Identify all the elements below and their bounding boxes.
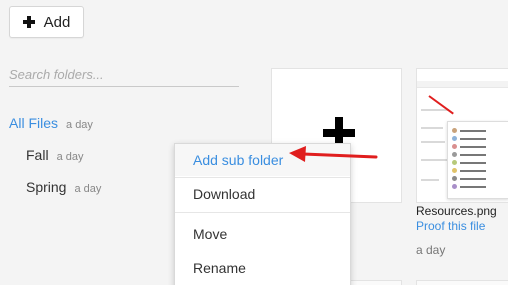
thumbnail-image (417, 69, 508, 202)
folder-all-files[interactable]: All Files a day (9, 115, 93, 131)
file-thumbnail[interactable] (416, 280, 508, 285)
menu-item-rename[interactable]: Rename (175, 252, 350, 284)
menu-item-label: Rename (193, 260, 246, 276)
folder-age: a day (66, 119, 93, 131)
file-thumbnail[interactable] (350, 280, 402, 285)
menu-item-label: Download (193, 186, 256, 202)
menu-item-label: Move (193, 226, 228, 242)
folder-name: Spring (26, 179, 67, 195)
menu-item-add-sub-folder[interactable]: Add sub folder (175, 144, 350, 176)
folder-name: All Files (9, 115, 59, 131)
folder-age: a day (74, 183, 102, 195)
add-button-label: Add (43, 13, 71, 31)
search-folders (9, 63, 239, 87)
folder-fall[interactable]: Fall a day (26, 147, 83, 163)
proof-file-link[interactable]: Proof this file (416, 219, 485, 233)
folder-name: Fall (26, 147, 49, 163)
add-button[interactable]: Add (9, 6, 84, 38)
folder-spring[interactable]: Spring a day (26, 179, 101, 195)
context-menu: Add sub folder Download Move Rename (174, 143, 351, 285)
menu-divider (175, 212, 350, 213)
file-name: Resources.png (416, 204, 497, 218)
menu-item-download[interactable]: Download (175, 178, 350, 210)
folder-age: a day (56, 151, 84, 163)
search-input[interactable] (9, 63, 239, 85)
plus-icon (22, 16, 35, 28)
menu-item-move[interactable]: Move (175, 218, 350, 250)
file-thumbnail[interactable] (416, 68, 508, 203)
file-age: a day (416, 243, 446, 257)
menu-item-label: Add sub folder (193, 152, 284, 168)
